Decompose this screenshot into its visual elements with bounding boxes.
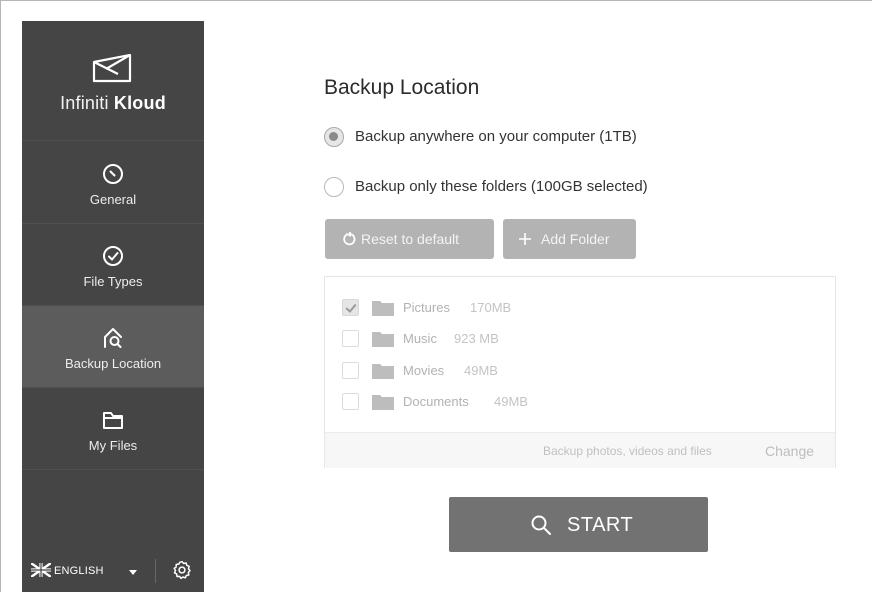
footer-description: Backup photos, videos and files: [543, 444, 712, 458]
reset-to-default-button[interactable]: Reset to default: [325, 219, 494, 259]
add-folder-button[interactable]: Add Folder: [503, 219, 636, 259]
checkbox[interactable]: [342, 393, 359, 410]
search-icon: [531, 515, 551, 535]
sidebar-item-label: My Files: [88, 438, 138, 453]
sidebar-item-my-files[interactable]: My Files: [22, 388, 204, 470]
folder-size: 49MB: [494, 394, 528, 409]
window-border-top: [0, 0, 872, 1]
uk-flag-icon: [31, 563, 51, 577]
option-label: Backup anywhere on your computer (1TB): [355, 128, 637, 145]
radio-button[interactable]: [324, 127, 344, 147]
start-button[interactable]: START: [449, 497, 708, 552]
start-label: START: [567, 514, 634, 536]
app-logo: Infiniti Kloud: [22, 21, 204, 141]
folder-size: 923 MB: [454, 331, 499, 346]
folder-name: Music: [403, 331, 437, 346]
logo-icon: [92, 53, 132, 83]
folder-name: Documents: [403, 394, 469, 409]
logo-text-light: Infiniti: [60, 93, 109, 113]
check-circle-icon: [103, 246, 123, 266]
option-label: Backup only these folders (100GB selecte…: [355, 178, 648, 195]
gear-icon[interactable]: [172, 560, 192, 580]
logo-text-bold: Kloud: [113, 93, 166, 113]
sidebar-item-label: File Types: [83, 274, 143, 289]
sidebar-item-label: General: [89, 192, 137, 207]
sidebar: Infiniti Kloud General File Types Backup…: [22, 21, 204, 592]
home-search-icon: [104, 328, 122, 348]
folder-list: Pictures 170MB Music 923 MB Movies 49MB …: [324, 276, 836, 468]
sidebar-footer: ENGLISH: [22, 552, 204, 592]
folder-name: Movies: [403, 363, 445, 378]
sidebar-item-general[interactable]: General: [22, 142, 204, 224]
folder-icon: [372, 395, 394, 410]
radio-button[interactable]: [324, 177, 344, 197]
folder-icon: [103, 412, 123, 429]
app-window: Infiniti Kloud General File Types Backup…: [0, 0, 872, 592]
chevron-down-icon[interactable]: [129, 570, 137, 575]
sidebar-item-file-types[interactable]: File Types: [22, 224, 204, 306]
divider: [155, 559, 156, 583]
checkbox[interactable]: [342, 299, 359, 316]
button-label: Reset to default: [361, 231, 460, 247]
language-selector[interactable]: ENGLISH: [54, 565, 104, 577]
change-link[interactable]: Change: [765, 443, 814, 459]
folder-name: Pictures: [403, 300, 450, 315]
reset-icon: [343, 232, 356, 246]
folder-icon: [372, 301, 394, 316]
folder-icon: [372, 364, 394, 379]
sidebar-item-label: Backup Location: [64, 356, 162, 371]
logo-text: Infiniti Kloud: [22, 93, 204, 114]
checkbox[interactable]: [342, 362, 359, 379]
folder-list-footer: Backup photos, videos and files Change: [325, 432, 835, 468]
dial-icon: [103, 164, 123, 184]
button-label: Add Folder: [541, 231, 610, 247]
plus-icon: [519, 233, 531, 245]
window-border-left: [0, 0, 1, 592]
checkbox[interactable]: [342, 330, 359, 347]
folder-icon: [372, 332, 394, 347]
folder-size: 49MB: [464, 363, 498, 378]
page-title: Backup Location: [324, 76, 480, 99]
folder-size: 170MB: [470, 300, 512, 315]
sidebar-item-backup-location[interactable]: Backup Location: [22, 306, 204, 388]
